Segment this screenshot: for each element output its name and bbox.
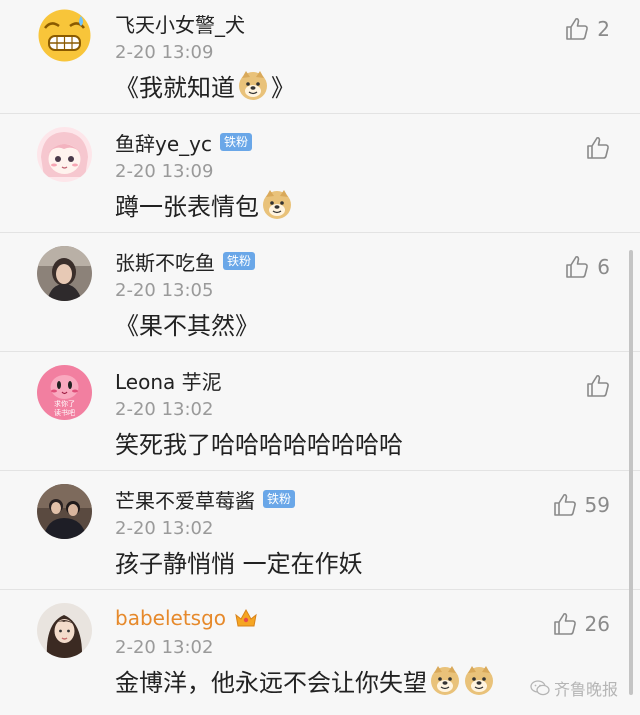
comment-time: 2-20 13:09 — [115, 161, 214, 182]
doge-emoji-icon — [429, 664, 461, 696]
like-button[interactable] — [586, 371, 610, 401]
thumbs-up-icon — [565, 255, 589, 279]
comment-text-before: 笑死我了哈哈哈哈哈哈哈哈 — [115, 430, 403, 459]
comment-text: 《果不其然》 — [115, 306, 259, 340]
comment-time: 2-20 13:02 — [115, 518, 214, 539]
like-count: 2 — [597, 17, 610, 41]
comment-text: 孩子静悄悄 一定在作妖 — [115, 544, 363, 578]
comment-text-after: 》 — [271, 73, 295, 102]
doge-emoji-icon — [463, 664, 495, 696]
like-button[interactable]: 2 — [565, 14, 610, 44]
comment-text: 蹲一张表情包 — [115, 187, 293, 221]
username[interactable]: Leona 芋泥 — [115, 366, 222, 395]
comment-time: 2-20 13:02 — [115, 399, 214, 420]
comment-text-before: 蹲一张表情包 — [115, 192, 259, 221]
comment-text-before: 孩子静悄悄 一定在作妖 — [115, 549, 363, 578]
comment-text: 笑死我了哈哈哈哈哈哈哈哈 — [115, 425, 403, 459]
thumbs-up-icon — [553, 493, 577, 517]
vip-crown-icon — [234, 607, 258, 629]
like-count: 6 — [597, 255, 610, 279]
username[interactable]: 张斯不吃鱼 — [115, 247, 215, 276]
like-button[interactable] — [586, 133, 610, 163]
thumbs-up-icon — [565, 17, 589, 41]
comment-item: 张斯不吃鱼 铁粉 2-20 13:05 《果不其然》 6 — [0, 234, 640, 352]
username[interactable]: 芒果不爱草莓酱 — [115, 485, 255, 514]
comment-time: 2-20 13:02 — [115, 637, 214, 658]
comment-time: 2-20 13:05 — [115, 280, 214, 301]
fan-badge: 铁粉 — [223, 252, 256, 270]
doge-emoji-icon — [237, 69, 269, 101]
username-row: 鱼辞ye_yc 铁粉 — [115, 128, 252, 156]
comment-text-before: 《我就知道 — [115, 73, 235, 102]
username-row: 张斯不吃鱼 铁粉 — [115, 247, 256, 276]
comment-item: 求你了 读书吧 Leona 芋泥 2-20 13:02 笑死我了哈哈哈哈哈哈哈哈 — [0, 353, 640, 471]
username[interactable]: babeletsgo — [115, 606, 226, 630]
username-row: Leona 芋泥 — [115, 366, 222, 394]
username[interactable]: 鱼辞ye_yc — [115, 128, 212, 157]
username-row: 芒果不爱草莓酱 铁粉 — [115, 485, 296, 514]
scrollbar[interactable] — [629, 250, 633, 695]
thumbs-up-icon — [586, 136, 610, 160]
avatar-caption-line1: 求你了 — [54, 399, 75, 408]
girl-photo-avatar[interactable] — [37, 603, 92, 658]
watermark-label: 齐鲁晚报 — [554, 680, 619, 699]
comment-text: 《我就知道 》 — [115, 68, 295, 102]
like-button[interactable]: 59 — [553, 490, 610, 520]
thumbs-up-icon — [586, 374, 610, 398]
comment-item: 飞天小女警_犬 2-20 13:09 《我就知道 》 2 — [0, 0, 640, 114]
fan-badge: 铁粉 — [263, 490, 296, 508]
wechat-icon — [530, 679, 550, 697]
like-button[interactable]: 6 — [565, 252, 610, 282]
photo-avatar[interactable] — [37, 246, 92, 301]
anime-girl-avatar[interactable] — [37, 127, 92, 182]
username[interactable]: 飞天小女警_犬 — [115, 9, 245, 38]
fan-badge: 铁粉 — [219, 133, 252, 151]
kirby-avatar[interactable]: 求你了 读书吧 — [37, 365, 92, 420]
like-count: 26 — [584, 612, 610, 636]
grimace-emoji-avatar[interactable] — [37, 8, 92, 63]
comment-text-before: 金博洋，他永远不会让你失望 — [115, 668, 427, 697]
like-count: 59 — [584, 493, 610, 517]
source-watermark: 齐鲁晚报 — [530, 676, 618, 700]
comment-text: 金博洋，他永远不会让你失望 — [115, 663, 495, 697]
comment-item: 芒果不爱草莓酱 铁粉 2-20 13:02 孩子静悄悄 一定在作妖 59 — [0, 472, 640, 590]
comment-item: 鱼辞ye_yc 铁粉 2-20 13:09 蹲一张表情包 — [0, 115, 640, 233]
username-row: 飞天小女警_犬 — [115, 9, 245, 37]
comment-text-before: 《果不其然》 — [115, 311, 259, 340]
doge-emoji-icon — [261, 188, 293, 220]
username-row: babeletsgo — [115, 604, 258, 632]
couple-photo-avatar[interactable] — [37, 484, 92, 539]
thumbs-up-icon — [553, 612, 577, 636]
like-button[interactable]: 26 — [553, 609, 610, 639]
comment-list: 飞天小女警_犬 2-20 13:09 《我就知道 》 2 鱼辞ye_yc 铁粉 … — [0, 0, 640, 715]
avatar-caption-line2: 读书吧 — [54, 408, 75, 417]
comment-time: 2-20 13:09 — [115, 42, 214, 63]
